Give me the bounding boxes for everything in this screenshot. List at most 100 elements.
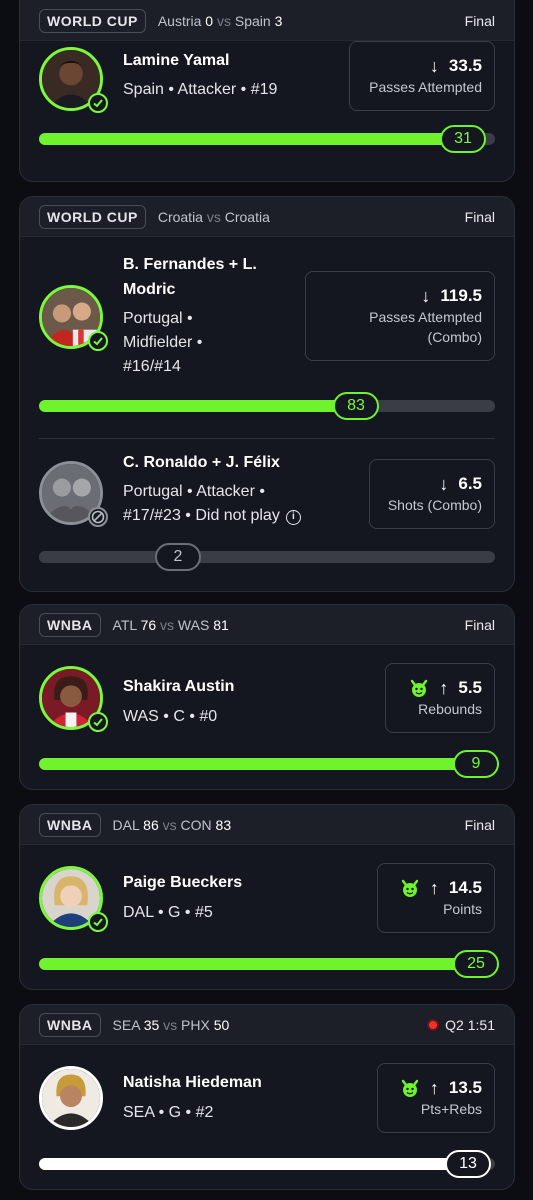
line-value: 6.5 xyxy=(458,474,482,493)
prop-card[interactable]: WNBA DAL 86 vs CON 83 Final Paige Buecke… xyxy=(19,804,515,990)
progress-bar: 31 xyxy=(39,125,495,153)
arrow-down-icon: ↓ xyxy=(429,55,439,76)
stat-label: Passes Attempted xyxy=(369,78,482,95)
player-name-line2: Modric xyxy=(123,281,176,298)
player-row[interactable]: Natisha Hiedeman SEA • G • #2 ↑ 13.5 Pts+… xyxy=(20,1045,514,1189)
progress-bar: 25 xyxy=(39,950,499,978)
player-name: Natisha Hiedeman xyxy=(123,1074,262,1091)
result-pill: 25 xyxy=(453,950,499,978)
check-icon xyxy=(88,331,108,351)
game-status: Final xyxy=(464,208,495,225)
matchup: Croatia vs Croatia xyxy=(157,208,270,225)
player-row[interactable]: B. Fernandes + L. Modric Portugal • Midf… xyxy=(20,237,514,437)
card-header: WNBA SEA 35 vs PHX 50 Q2 1:51 xyxy=(20,1005,514,1045)
card-header: WORLD CUP Croatia vs Croatia Final xyxy=(20,197,514,237)
player-info-line1: Portugal • xyxy=(123,310,193,327)
game-status: Q2 1:51 xyxy=(427,1017,495,1033)
player-name: Lamine Yamal xyxy=(123,52,230,69)
result-pill: 2 xyxy=(155,543,201,571)
prop-card[interactable]: WNBA SEA 35 vs PHX 50 Q2 1:51 Natisha Hi… xyxy=(19,1004,515,1190)
prop-line[interactable]: ↑ 14.5 Points xyxy=(377,863,495,933)
prop-card[interactable]: WNBA ATL 76 vs WAS 81 Final Shakira Aust… xyxy=(19,604,515,790)
prop-card[interactable]: WORLD CUP Croatia vs Croatia Final B. Fe… xyxy=(19,196,515,592)
prop-line[interactable]: ↓ 33.5 Passes Attempted xyxy=(349,41,495,111)
card-header: WNBA ATL 76 vs WAS 81 Final xyxy=(20,605,514,645)
league-badge: WNBA xyxy=(39,612,101,637)
league-badge: WORLD CUP xyxy=(39,204,146,229)
game-status: Final xyxy=(464,816,495,833)
devil-icon xyxy=(401,879,419,897)
league-badge: WNBA xyxy=(39,812,101,837)
info-icon[interactable]: i xyxy=(285,509,301,525)
prop-line[interactable]: ↑ 5.5 Rebounds xyxy=(385,663,495,733)
player-name-line1: B. Fernandes + L. xyxy=(123,256,257,273)
card-header: WORLD CUP Austria 0 vs Spain 3 Final xyxy=(20,0,514,41)
check-icon xyxy=(88,912,108,932)
line-value: 14.5 xyxy=(448,878,482,897)
check-icon xyxy=(88,93,108,113)
progress-bar: 9 xyxy=(39,750,499,778)
game-status: Final xyxy=(464,12,495,29)
stat-label: Shots (Combo) xyxy=(387,496,482,513)
result-pill: 9 xyxy=(453,750,499,778)
devil-icon xyxy=(401,1079,419,1097)
line-value: 33.5 xyxy=(448,56,482,75)
player-row[interactable]: Paige Bueckers DAL • G • #5 ↑ 14.5 Points… xyxy=(20,845,514,989)
matchup: ATL 76 vs WAS 81 xyxy=(112,616,229,633)
game-status: Final xyxy=(464,616,495,633)
live-indicator-icon xyxy=(427,1018,440,1031)
prop-card[interactable]: WORLD CUP Austria 0 vs Spain 3 Final Lam… xyxy=(19,0,515,182)
progress-bar: 83 xyxy=(39,392,495,420)
devil-icon xyxy=(411,679,428,697)
line-value: 5.5 xyxy=(458,678,482,697)
progress-fill xyxy=(39,1158,477,1170)
prop-line[interactable]: ↑ 13.5 Pts+Rebs xyxy=(377,1063,495,1133)
progress-fill xyxy=(39,958,495,970)
check-icon xyxy=(88,712,108,732)
player-row[interactable]: Shakira Austin WAS • C • #0 ↑ 5.5 Rebound… xyxy=(20,645,514,789)
player-info: WAS • C • #0 xyxy=(123,708,218,725)
stat-label: Passes Attempted xyxy=(369,308,482,325)
progress-fill xyxy=(39,400,354,412)
matchup: Austria 0 vs Spain 3 xyxy=(157,12,283,29)
player-info: Spain • Attacker • #19 xyxy=(123,81,278,98)
progress-fill xyxy=(39,758,495,770)
matchup: SEA 35 vs PHX 50 xyxy=(112,1016,230,1033)
player-name: C. Ronaldo + J. Félix xyxy=(123,454,280,471)
arrow-up-icon: ↑ xyxy=(439,677,449,698)
progress-bar: 13 xyxy=(39,1150,495,1178)
league-badge: WORLD CUP xyxy=(39,8,146,33)
player-name: Paige Bueckers xyxy=(123,874,243,891)
player-name: Shakira Austin xyxy=(123,678,235,695)
stat-label: Points xyxy=(443,900,482,917)
player-row[interactable]: Lamine Yamal Spain • Attacker • #19 ↓ 33.… xyxy=(20,41,514,181)
card-header: WNBA DAL 86 vs CON 83 Final xyxy=(20,805,514,845)
player-info-line2: Midfielder • xyxy=(123,334,203,351)
arrow-up-icon: ↑ xyxy=(429,877,439,898)
not-allowed-icon xyxy=(88,507,108,527)
matchup: DAL 86 vs CON 83 xyxy=(112,816,232,833)
player-avatar xyxy=(39,1066,103,1130)
prop-line[interactable]: ↓ 119.5 Passes Attempted (Combo) xyxy=(305,271,495,361)
player-row[interactable]: C. Ronaldo + J. Félix Portugal • Attacke… xyxy=(20,439,514,591)
player-info: DAL • G • #5 xyxy=(123,904,213,921)
stat-label: Rebounds xyxy=(418,700,482,717)
progress-bar: 2 xyxy=(39,543,495,571)
player-info-line3: #16/#14 xyxy=(123,358,181,375)
league-badge: WNBA xyxy=(39,1012,101,1037)
result-pill: 83 xyxy=(333,392,379,420)
result-pill: 31 xyxy=(440,125,486,153)
progress-fill xyxy=(39,133,459,145)
line-value: 119.5 xyxy=(440,286,482,305)
result-pill: 13 xyxy=(445,1150,491,1178)
player-info-line2: #17/#23 • Did not play i xyxy=(123,504,301,528)
player-info: SEA • G • #2 xyxy=(123,1104,214,1121)
stat-label-combo: (Combo) xyxy=(427,328,482,345)
arrow-down-icon: ↓ xyxy=(421,285,431,306)
prop-line[interactable]: ↓ 6.5 Shots (Combo) xyxy=(369,459,495,529)
stat-label: Pts+Rebs xyxy=(420,1100,482,1117)
arrow-up-icon: ↑ xyxy=(429,1077,439,1098)
player-info-line1: Portugal • Attacker • xyxy=(123,483,265,500)
line-value: 13.5 xyxy=(448,1078,482,1097)
arrow-down-icon: ↓ xyxy=(439,473,449,494)
